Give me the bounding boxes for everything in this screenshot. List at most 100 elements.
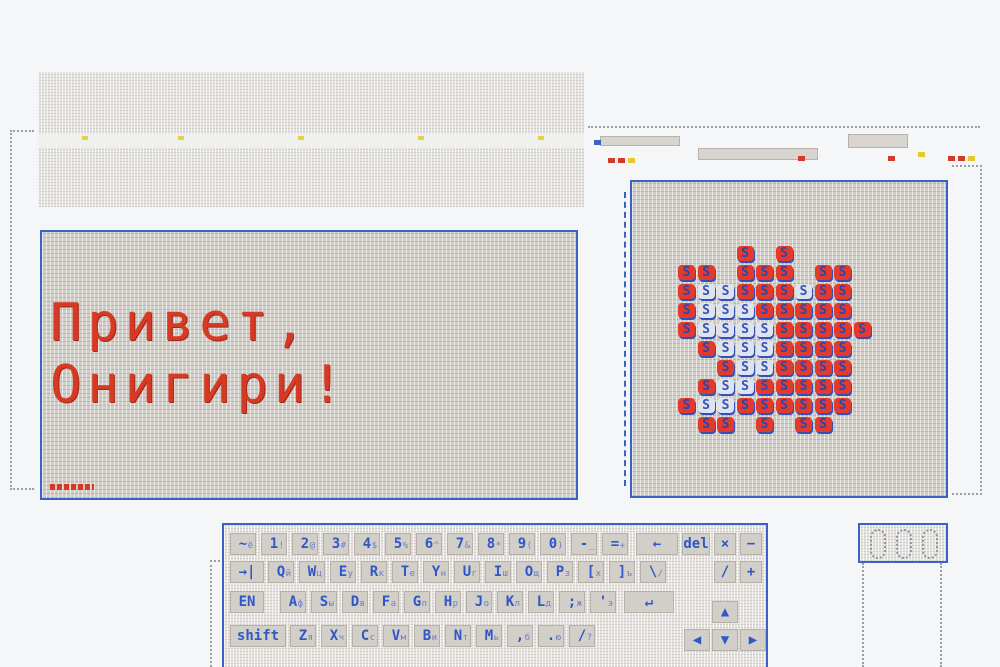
key-label: F [381,594,391,610]
greeting-text: Привет, Онигири! [50,292,550,416]
circuit-chip [600,136,680,146]
arrow-left-key[interactable]: ◀ [684,629,710,651]
tab-key[interactable]: →| [230,561,264,583]
key-10[interactable]: 0) [540,533,566,555]
key-row3-0[interactable]: Aф [280,591,306,613]
key-row2-10[interactable]: [х [578,561,604,583]
key-row4-2[interactable]: Cс [352,625,378,647]
key-8[interactable]: 8 * [478,533,504,555]
key-row4-1[interactable]: Xч [321,625,347,647]
sprite-tile: S [717,303,734,318]
key-12[interactable]: = + [602,533,628,555]
arrow-down-key[interactable]: ▼ [712,629,738,651]
key-row2-4[interactable]: Tе [392,561,418,583]
key-label: A [288,594,298,610]
key-5[interactable]: 5% [385,533,411,555]
sprite-tile: S [834,322,851,337]
circuit-chip [848,134,908,148]
key-row2-1[interactable]: Wц [299,561,325,583]
key-row4-9[interactable]: /? [569,625,595,647]
key-row2-7[interactable]: Iш [485,561,511,583]
key-4[interactable]: 4 $ [354,533,380,555]
key-row3-4[interactable]: Gп [404,591,430,613]
key-row3-8[interactable]: Lд [528,591,554,613]
key-row3-5[interactable]: Hр [435,591,461,613]
key-label: V [391,628,401,644]
key-sublabel: ъ [626,569,632,579]
arrow-up-key[interactable]: ▲ [712,601,738,623]
sprite-tile: S [795,398,812,413]
key-label: M [484,628,494,644]
key-row4-0[interactable]: Zя [290,625,316,647]
sprite-tile: S [775,303,793,318]
key-row3-1[interactable]: Sы [311,591,337,613]
sprite-tile: S [756,303,773,318]
key-row4-4[interactable]: Bи [414,625,440,647]
key-sublabel: з [564,569,570,579]
key-row3-3[interactable]: Fа [373,591,399,613]
key-row2-0[interactable]: Qй [268,561,294,583]
memory-led [298,136,304,140]
key-row4-5[interactable]: Nт [445,625,471,647]
memory-led [418,136,424,140]
key-label: W [307,564,317,580]
key-sublabel: ж [576,599,582,609]
sprite-tile: S [814,417,832,432]
key-row3-6[interactable]: Jо [466,591,492,613]
signal-led [958,156,965,161]
sprite-tile: S [814,322,832,337]
key-row3-2[interactable]: Dв [342,591,368,613]
key-0[interactable]: ~ ё [230,533,256,555]
key-row2-11[interactable]: ] ъ [609,561,635,583]
arrow-right-key[interactable]: ▶ [740,629,766,651]
key-row2-9[interactable]: Pз [547,561,573,583]
key-row2-3[interactable]: Rк [361,561,387,583]
sprite-tile: S [717,379,734,394]
key-row4-6[interactable]: Mь [476,625,502,647]
key-label: 9 [517,536,527,552]
delete-key[interactable]: del [682,533,710,555]
numpad-minus-key[interactable]: − [740,533,762,555]
key-11[interactable]: - _ [571,533,597,555]
key-row2-12[interactable]: \ / [640,561,666,583]
enter-key[interactable]: ↵ [624,591,674,613]
numpad-plus-key[interactable]: + [740,561,762,583]
multiply-key[interactable]: × [714,533,736,555]
key-label: X [329,628,339,644]
memory-led [538,136,544,140]
key-label: D [350,594,360,610]
key-sublabel: э [607,599,613,609]
key-2[interactable]: 2 @ [292,533,318,555]
divide-key[interactable]: / [714,561,736,583]
key-row4-8[interactable]: .ю [538,625,564,647]
key-row3-10[interactable]: ' э [590,591,616,613]
sprite-tile: S [795,284,812,299]
shift-key[interactable]: shift [230,625,286,647]
key-3[interactable]: 3 # [323,533,349,555]
backspace-key[interactable]: ← [636,533,678,555]
key-row4-3[interactable]: Vм [383,625,409,647]
key-row2-6[interactable]: Uг [454,561,480,583]
sprite-tile: S [756,284,773,299]
key-label: − [746,536,756,552]
display-dashed-edge [624,192,626,486]
language-key[interactable]: EN [230,591,264,613]
sprite-tile: S [736,284,754,299]
key-row3-7[interactable]: Kл [497,591,523,613]
key-7[interactable]: 7 & [447,533,473,555]
key-row3-9[interactable]: ; ж [559,591,585,613]
key-row4-7[interactable]: ,б [507,625,533,647]
key-sublabel: $ [371,541,377,551]
sprite-tile: S [775,398,793,413]
key-row2-8[interactable]: Oщ [516,561,542,583]
sprite-tile: S [814,379,832,394]
key-6[interactable]: 6 ^ [416,533,442,555]
key-9[interactable]: 9( [509,533,535,555]
key-1[interactable]: 1! [261,533,287,555]
signal-led [628,158,635,163]
key-row2-5[interactable]: Yн [423,561,449,583]
key-row2-2[interactable]: Eу [330,561,356,583]
key-label: N [453,628,463,644]
key-label: [ [586,564,596,580]
sprite-tile: S [834,284,851,299]
